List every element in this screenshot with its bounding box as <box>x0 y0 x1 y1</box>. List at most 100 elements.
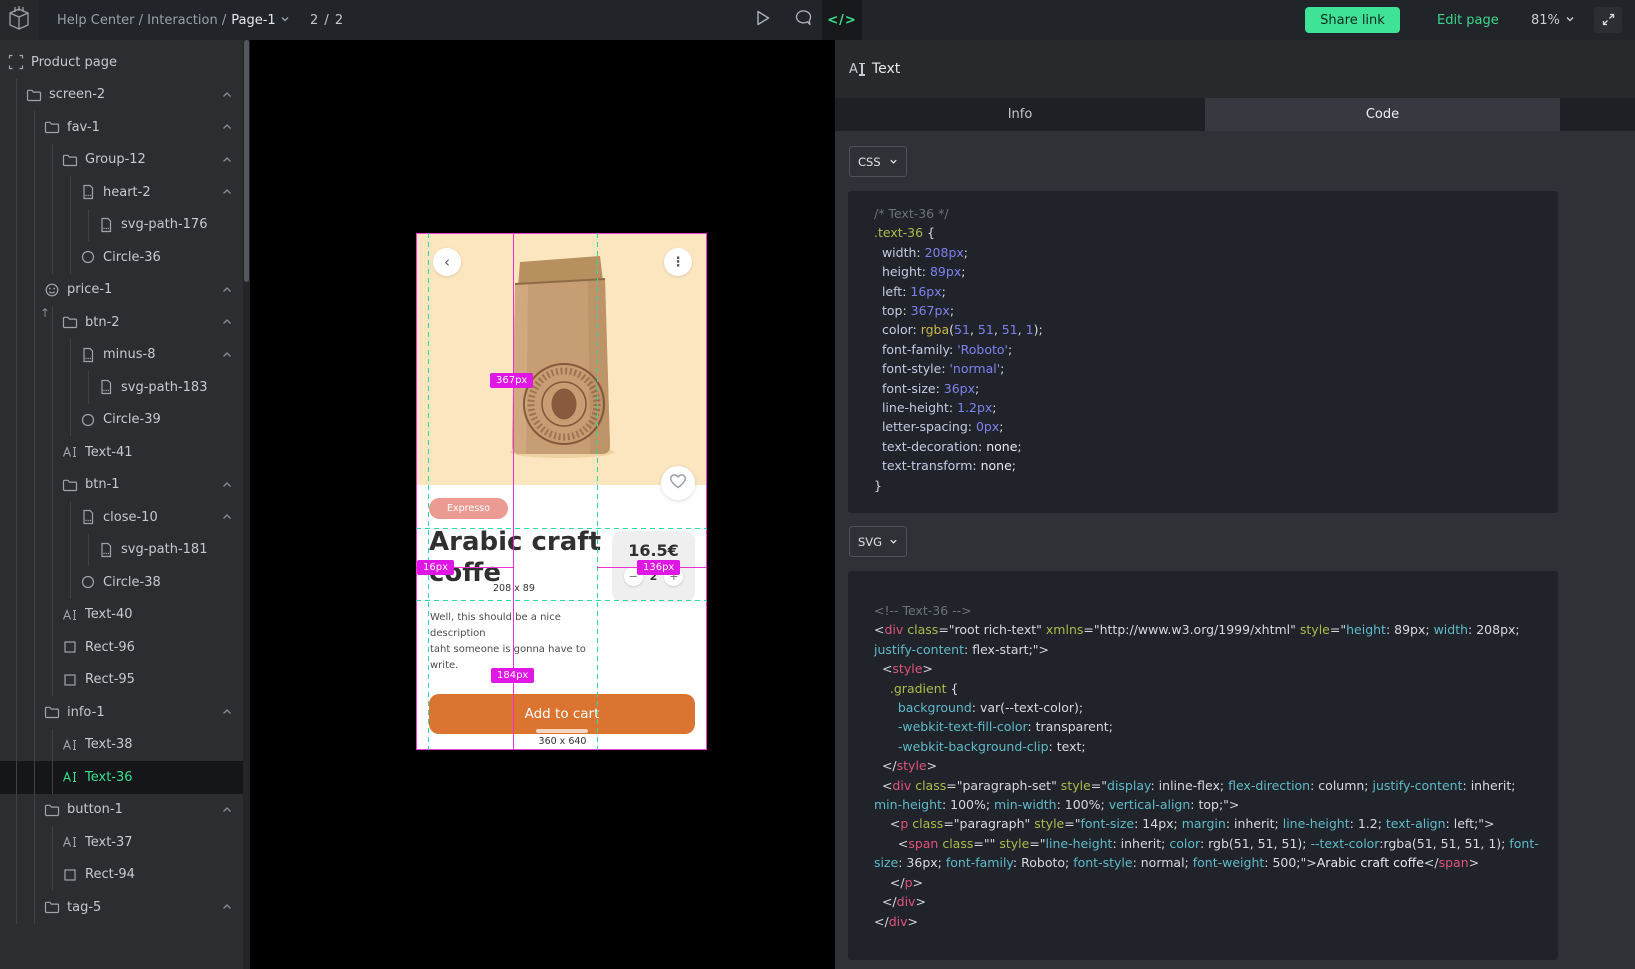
layer-label: tag-5 <box>67 900 101 915</box>
chevron-up-icon[interactable] <box>221 284 233 296</box>
layer-row-Group-12[interactable]: Group-12 <box>0 144 243 177</box>
product-title[interactable]: Arabic craft coffe <box>429 527 605 589</box>
layer-row-info-1[interactable]: info-1 <box>0 696 243 729</box>
layer-row-svg-path-176[interactable]: svg-path-176 <box>0 209 243 242</box>
chevron-up-icon[interactable] <box>221 89 233 101</box>
layer-label: svg-path-183 <box>121 380 207 395</box>
coffee-bag-image <box>502 254 622 463</box>
add-to-cart-button[interactable]: Add to cart <box>429 694 695 734</box>
play-button[interactable] <box>748 0 778 40</box>
chevron-down-icon[interactable] <box>280 13 290 28</box>
tree-indent-guide <box>26 339 44 372</box>
tree-indent-guide <box>26 209 44 242</box>
layer-row-Rect-94[interactable]: Rect-94 <box>0 859 243 892</box>
screen-frame[interactable]: ‹ ⋮ Expresso Arabic craft coffe 16.5€ − … <box>416 233 707 750</box>
chevron-up-icon[interactable] <box>221 706 233 718</box>
layer-row-Circle-38[interactable]: Circle-38 <box>0 566 243 599</box>
tree-indent-guide <box>80 371 98 404</box>
layer-row-close-10[interactable]: close-10 <box>0 501 243 534</box>
tree-indent-guide <box>26 274 44 307</box>
code-line: <p class="paragraph" style="font-size: 1… <box>874 814 1552 833</box>
chevron-up-icon[interactable] <box>221 511 233 523</box>
sidebar-scrollbar[interactable] <box>243 40 250 969</box>
layer-label: btn-2 <box>85 315 120 330</box>
design-canvas[interactable]: ‹ ⋮ Expresso Arabic craft coffe 16.5€ − … <box>250 40 835 969</box>
code-line: left: 16px; <box>874 282 1552 301</box>
code-line: </style> <box>874 756 1552 775</box>
tab-info[interactable]: Info <box>835 98 1205 131</box>
layer-label: Group-12 <box>85 152 146 167</box>
layer-label: Product page <box>31 55 117 70</box>
layer-row-button-1[interactable]: button-1 <box>0 794 243 827</box>
layer-row-svg-path-181[interactable]: svg-path-181 <box>0 534 243 567</box>
layer-row-Text-40[interactable]: Text-40 <box>0 599 243 632</box>
layer-row-minus-8[interactable]: minus-8 <box>0 339 243 372</box>
measurement-left: 16px <box>417 560 454 575</box>
text-icon <box>62 444 78 460</box>
tree-indent-guide <box>26 599 44 632</box>
css-format-dropdown[interactable]: CSS <box>849 146 907 177</box>
zoom-control[interactable]: 81% <box>1531 0 1575 40</box>
code-line: <style> <box>874 659 1552 678</box>
svgfile-icon <box>80 509 96 525</box>
description-line: Well, this should be a nice description <box>430 610 612 642</box>
layer-row-screen-2[interactable]: screen-2 <box>0 79 243 112</box>
chevron-up-icon[interactable] <box>221 349 233 361</box>
tree-indent-guide <box>26 891 44 924</box>
layer-row-Text-36[interactable]: Text-36 <box>0 761 243 794</box>
svg-format-dropdown[interactable]: SVG <box>849 526 907 557</box>
layer-row-fav-1[interactable]: fav-1 <box>0 111 243 144</box>
scrollbar-thumb[interactable] <box>244 40 249 282</box>
layer-row-Text-37[interactable]: Text-37 <box>0 826 243 859</box>
layer-row-Rect-95[interactable]: Rect-95 <box>0 664 243 697</box>
chevron-up-icon[interactable] <box>221 479 233 491</box>
css-code[interactable]: /* Text-36 */.text-36 { width: 208px; he… <box>848 191 1558 513</box>
more-menu-button[interactable]: ⋮ <box>664 248 692 276</box>
layer-row-Circle-39[interactable]: Circle-39 <box>0 404 243 437</box>
chevron-up-icon[interactable] <box>221 154 233 166</box>
svg-dropdown-label: SVG <box>858 535 882 549</box>
layer-row-Circle-36[interactable]: Circle-36 <box>0 241 243 274</box>
layer-row-btn-1[interactable]: btn-1 <box>0 469 243 502</box>
code-line: -webkit-background-clip: text; <box>874 737 1552 756</box>
chevron-up-icon[interactable] <box>221 121 233 133</box>
code-line: color: rgba(51, 51, 51, 1); <box>874 320 1552 339</box>
back-button[interactable]: ‹ <box>433 248 461 276</box>
layer-row-heart-2[interactable]: heart-2 <box>0 176 243 209</box>
layer-label: fav-1 <box>67 120 100 135</box>
svg-code[interactable]: <!-- Text-36 --><div class="root rich-te… <box>848 571 1558 960</box>
chevron-up-icon[interactable] <box>221 901 233 913</box>
layer-row-Text-41[interactable]: Text-41 <box>0 436 243 469</box>
code-line: letter-spacing: 0px; <box>874 417 1552 436</box>
favorite-button[interactable] <box>661 466 695 500</box>
circle-icon <box>80 412 96 428</box>
tree-indent-guide <box>44 859 62 892</box>
tab-code[interactable]: Code <box>1205 98 1560 131</box>
layer-row-tag-5[interactable]: tag-5 <box>0 891 243 924</box>
code-line: size: 36px; font-family: Roboto; font-st… <box>874 853 1552 872</box>
breadcrumb[interactable]: Help Center / Interaction / Page-1 <box>57 0 290 40</box>
chevron-up-icon[interactable] <box>221 316 233 328</box>
fullscreen-button[interactable] <box>1594 7 1622 33</box>
code-line: -webkit-text-fill-color: transparent; <box>874 717 1552 736</box>
share-link-button[interactable]: Share link <box>1305 7 1400 33</box>
layer-label: Circle-36 <box>103 250 161 265</box>
layer-row-Product page[interactable]: Product page <box>0 46 243 79</box>
layer-row-Rect-96[interactable]: Rect-96 <box>0 631 243 664</box>
comment-button[interactable] <box>788 0 818 40</box>
chevron-up-icon[interactable] <box>221 186 233 198</box>
layer-row-price-1[interactable]: price-1 <box>0 274 243 307</box>
app-logo[interactable] <box>0 0 38 40</box>
breadcrumb-page[interactable]: Page-1 <box>231 13 275 28</box>
edit-page-link[interactable]: Edit page <box>1437 0 1499 40</box>
layer-row-btn-2[interactable]: btn-2 <box>0 306 243 339</box>
tree-indent-guide <box>80 534 98 567</box>
layer-row-Text-38[interactable]: Text-38 <box>0 729 243 762</box>
kebab-menu-icon: ⋮ <box>672 255 685 270</box>
tree-indent-guide <box>8 241 26 274</box>
tree-indent-guide <box>26 696 44 729</box>
code-mode-button[interactable]: </> <box>822 0 862 40</box>
layer-row-svg-path-183[interactable]: svg-path-183 <box>0 371 243 404</box>
code-line: </div> <box>874 892 1552 911</box>
chevron-up-icon[interactable] <box>221 804 233 816</box>
